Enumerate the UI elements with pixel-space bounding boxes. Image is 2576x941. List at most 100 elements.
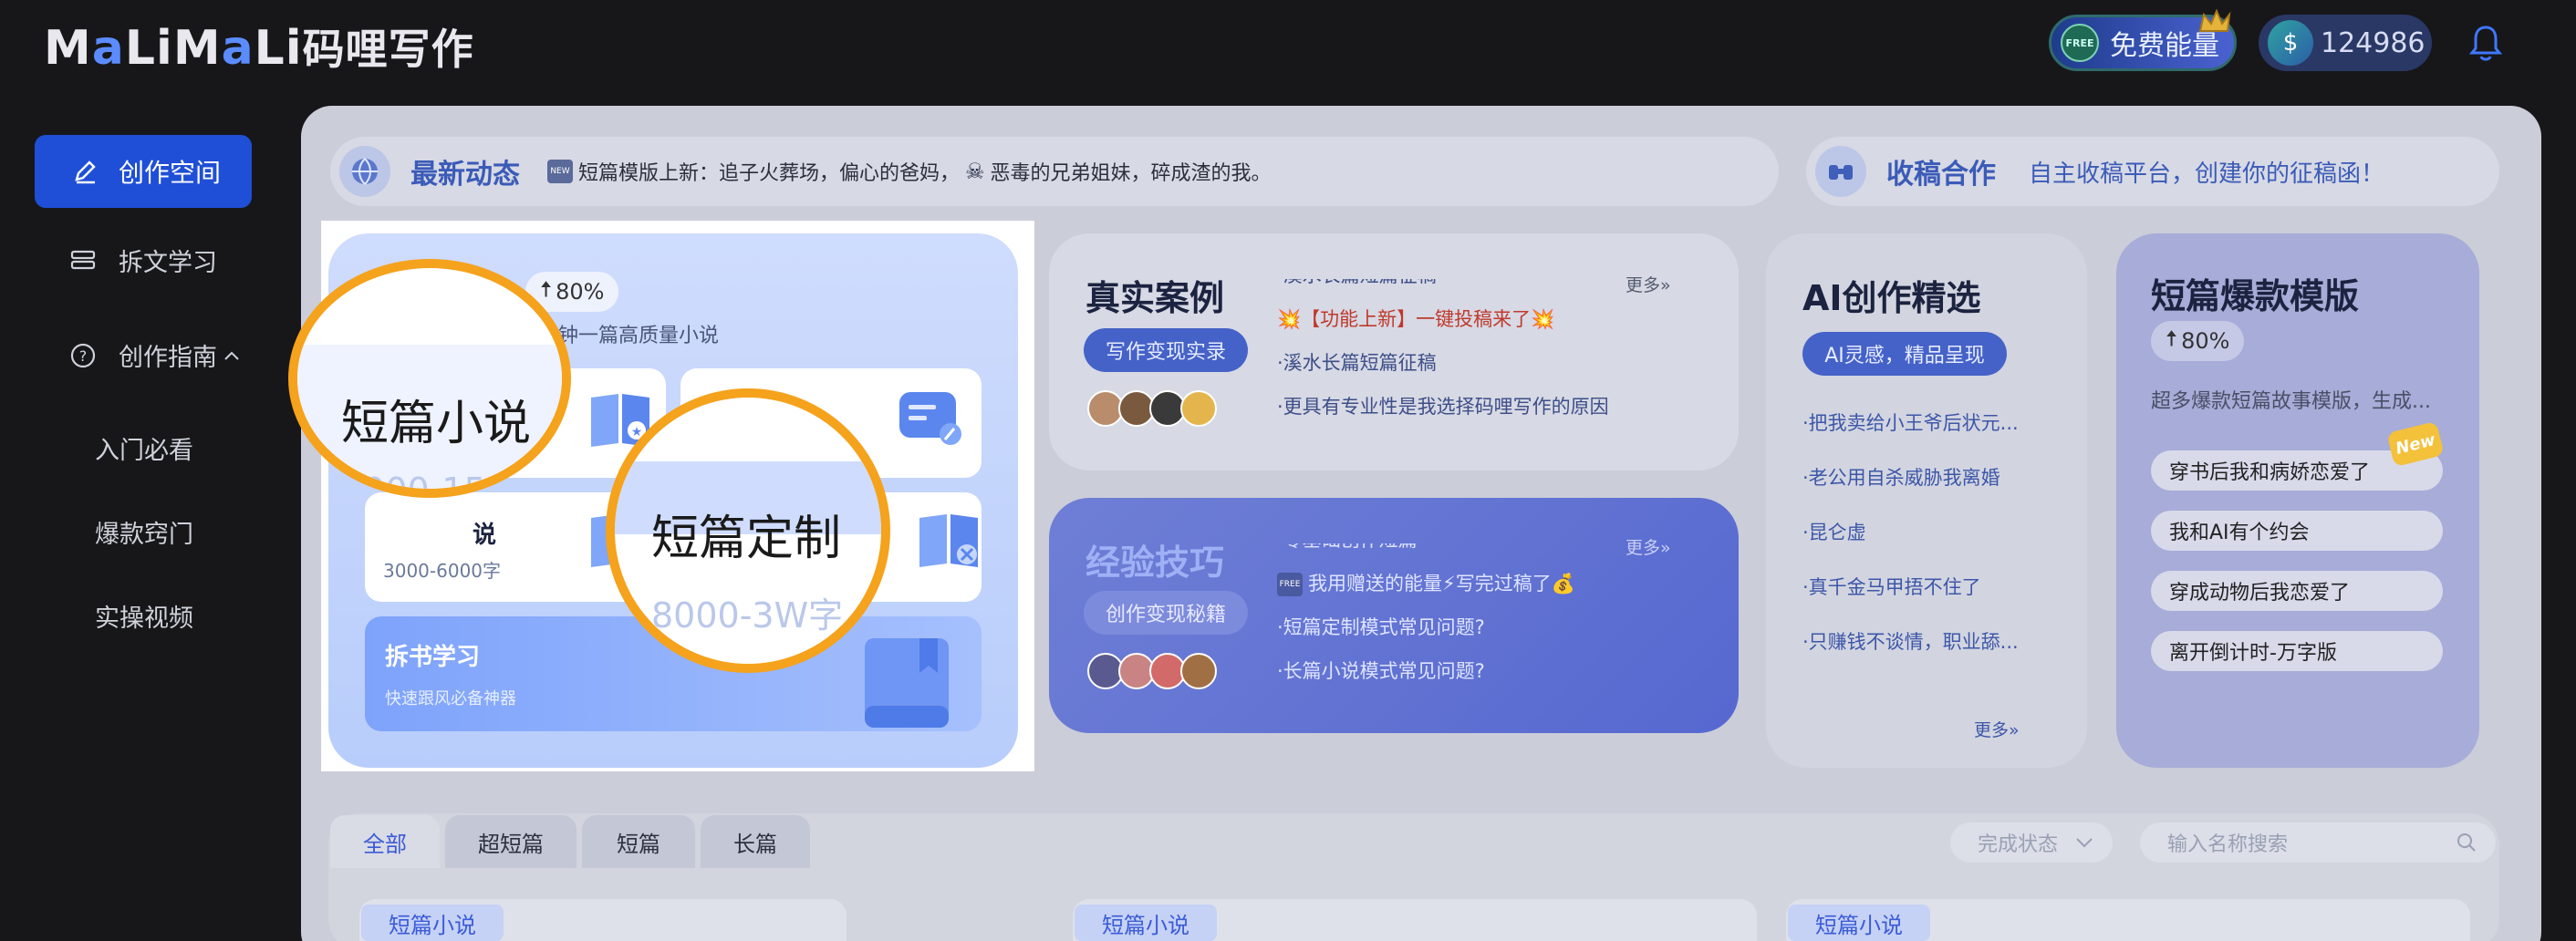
list-item[interactable]: FREE 我用赠送的能量⚡写完过稿了💰 [1277,562,1575,605]
tips-avatars [1087,653,1217,689]
work-card-tag: 短篇小说 [361,905,504,941]
sidebar-sub-videos[interactable]: 实操视频 [95,598,193,634]
search-placeholder: 输入名称搜索 [2167,833,2289,856]
submission-coop-bar[interactable]: 收稿合作 自主收稿平台，创建你的征稿函！ [1806,137,2499,206]
more-label: 更多 [1626,538,1661,558]
more-label: 更多 [1974,720,2010,740]
question-icon: ? [70,343,96,367]
tab-all[interactable]: 全部 [330,815,440,868]
ai-list: ·把我卖给小王爷后状元... ·老公用自杀威胁我离婚 ·昆仑虚 ·真千金马甲捂不… [1802,396,2019,669]
coop-text: 自主收稿平台，创建你的征稿函！ [2029,160,2385,188]
percent-value: 80% [2181,328,2230,354]
cases-button[interactable]: 写作变现实录 [1084,328,1248,372]
chevron-down-icon [2076,838,2093,848]
list-item[interactable]: ·长篇小说模式常见问题? [1277,649,1575,693]
template-item[interactable]: 离开倒计时-万字版 [2151,631,2443,671]
work-card[interactable]: 短篇小说 [1786,899,2470,941]
split-study-subtitle: 快速跟风必备神器 [385,689,516,708]
energy-balance[interactable]: $ 124986 [2259,15,2432,71]
tips-more-link[interactable]: 更多» [1626,534,1671,559]
template-item[interactable]: 我和AI有个约会 [2151,511,2443,551]
book-bookmark-icon [865,638,949,728]
status-select[interactable]: 完成状态 [1950,822,2113,863]
app-logo[interactable]: MaLiMaLi码哩写作 [44,16,474,77]
list-item[interactable]: ·更具有专业性是我选择码哩写作的原因 [1277,385,1609,429]
logo-letter: Li [254,21,303,76]
pen-icon [75,160,96,184]
tips-title: 经验技巧 [1085,543,1225,583]
explosion-icon: 💥 [1277,308,1302,330]
logo-letter: M [172,21,222,76]
list-item[interactable]: ·老公用自杀威胁我离婚 [1802,450,2019,505]
tab-long[interactable]: 长篇 [701,815,810,868]
logo-letter: a [91,21,125,76]
handshake-icon [1815,146,1866,197]
hot-desc: 超多爆款短篇故事模版，生成... [2151,390,2431,413]
skull-icon: ☠ [965,159,985,184]
free-badge: FREE [2061,24,2099,62]
book-tools-icon [919,514,978,567]
sidebar-item-label: 拆文学习 [119,249,217,277]
work-card[interactable]: 短篇小说 [359,899,847,941]
list-item[interactable]: ·零基础创作短篇 [1277,543,1575,562]
logo-letter: M [44,21,92,76]
percent-value: 80% [556,279,605,305]
subcard-title-partial: 说 [473,522,497,549]
zoom-short-novel[interactable]: 短篇小说 8000-1500 [288,259,571,498]
work-card-tag: 短篇小说 [1075,905,1217,941]
zoom-short-novel-title: 短篇小说 [341,397,532,451]
free-icon: FREE [1277,573,1303,596]
bell-icon[interactable] [2468,24,2503,62]
list-item[interactable]: ·把我卖给小王爷后状元... [1802,396,2019,450]
sidebar-sub-beginner[interactable]: 入门必看 [95,430,193,466]
split-study-title: 拆书学习 [385,644,481,671]
zoom-custom-title: 短篇定制 [651,512,842,566]
layers-icon [70,250,96,269]
list-item[interactable]: 💥【功能上新】一键投稿来了💥 [1277,297,1609,341]
sidebar-sub-tips[interactable]: 爆款窍门 [95,514,193,550]
zoom-custom-range: 8000-3W字 [651,595,844,636]
cases-avatars [1087,390,1217,427]
explosion-icon: 💥 [1531,308,1555,330]
chevron-up-icon [224,351,239,360]
tips-button[interactable]: 创作变现秘籍 [1084,591,1248,635]
tips-list: ·零基础创作短篇 FREE我用赠送的能量⚡写完过稿了💰 ·短篇定制模式常见问题?… [1277,543,1575,698]
news-text-2: 恶毒的兄弟姐妹，碎成渣的我。 [990,162,1272,185]
arrow-up-icon: 🠅 [2166,325,2178,351]
list-item[interactable]: ·昆仑虚 [1802,505,2019,560]
sidebar-item-label: 创作指南 [119,344,217,372]
news-title: 最新动态 [410,159,520,191]
search-input[interactable]: 输入名称搜索 [2140,822,2496,863]
crown-icon [2198,8,2231,32]
ai-more-link[interactable]: 更多» [1974,717,2020,741]
card-desc-partial: 钟一篇高质量小说 [558,325,720,347]
ai-title: AI创作精选 [1802,278,1981,318]
sidebar-item-workspace[interactable]: 创作空间 [35,135,252,208]
new-icon: NEW [547,160,573,183]
ai-button[interactable]: AI灵感，精品呈现 [1802,332,2007,376]
logo-cn: 码哩写作 [302,25,474,74]
news-bar[interactable]: 最新动态 NEW 短篇模版上新：追子火葬场，偏心的爸妈， ☠ 恶毒的兄弟姐妹，碎… [330,137,1779,206]
tab-short[interactable]: 短篇 [582,815,695,868]
list-item[interactable]: ·真千金马甲捂不住了 [1802,560,2019,615]
double-chevron-icon: » [2009,720,2020,740]
template-item[interactable]: 穿成动物后我恋爱了 [2151,571,2443,611]
sidebar-item-guide[interactable]: ? 创作指南 [69,337,241,373]
status-select-label: 完成状态 [1978,833,2059,856]
globe-icon [339,146,390,197]
list-item[interactable]: ·溪水长篇短篇征稿 [1277,341,1609,385]
cases-list: ·溪水长篇短篇征稿 💥【功能上新】一键投稿来了💥 ·溪水长篇短篇征稿 ·更具有专… [1277,279,1609,429]
list-item[interactable]: ·短篇定制模式常见问题? [1277,605,1575,649]
logo-letter: Li [124,21,173,76]
list-item[interactable]: ·溪水长篇短篇征稿 [1277,279,1609,297]
hot-percent-chip: 🠅 80% [2151,321,2245,361]
tab-ultra-short[interactable]: 超短篇 [445,815,576,868]
zoom-custom[interactable]: 短篇定制 8000-3W字 [606,388,890,673]
list-item[interactable]: ·只赚钱不谈情，职业舔... [1802,615,2019,669]
sidebar-item-split-study[interactable]: 拆文学习 [69,243,217,278]
double-chevron-icon: » [1660,275,1671,295]
work-card[interactable]: 短篇小说 [1073,899,1757,941]
cases-more-link[interactable]: 更多» [1626,272,1671,296]
more-label: 更多 [1626,275,1661,295]
coop-title: 收稿合作 [1886,159,1996,191]
